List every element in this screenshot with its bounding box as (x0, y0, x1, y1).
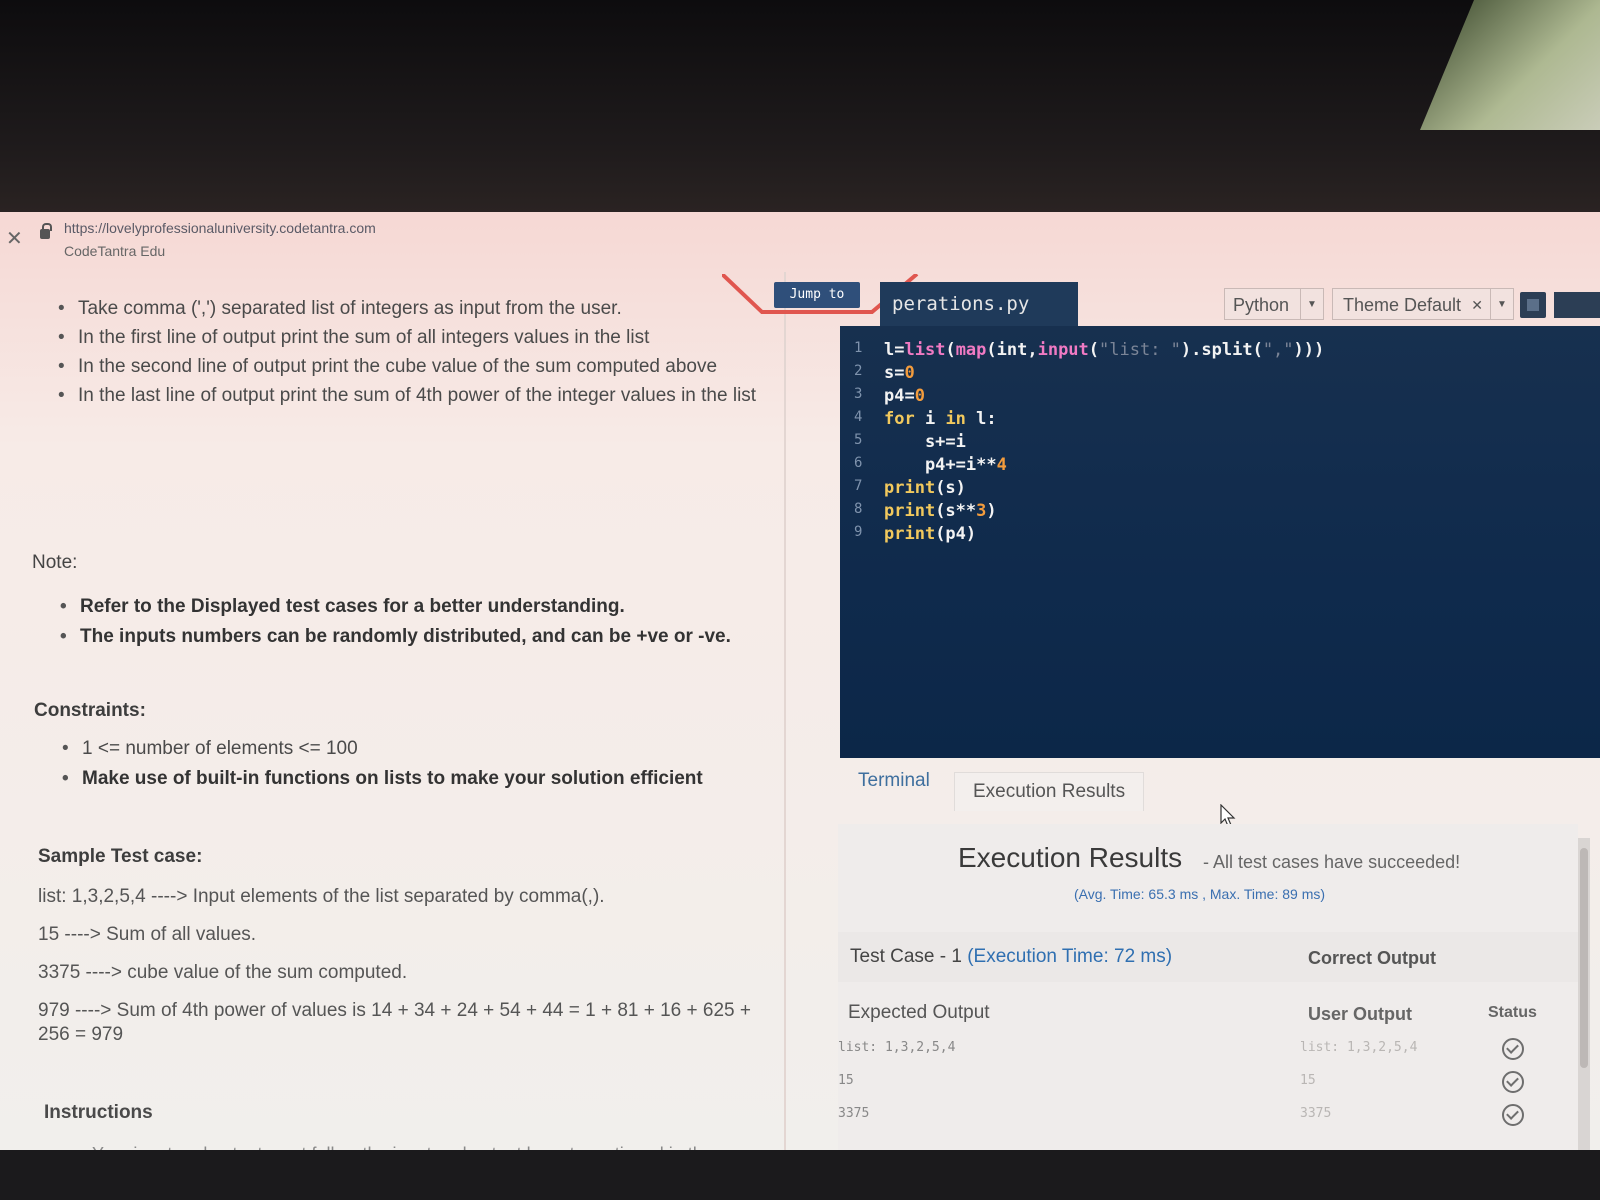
code-text: for i in l: (884, 409, 997, 429)
code-text: s+=i (884, 432, 966, 452)
output-row: list: 1,3,2,5,4 list: 1,3,2,5,4 (838, 1034, 1578, 1066)
check-circle-icon (1502, 1071, 1524, 1093)
sample-heading: Sample Test case: (38, 846, 203, 867)
line-number: 4 (854, 409, 863, 425)
chevron-down-icon[interactable]: ▼ (1490, 289, 1513, 319)
expected-output: 3375 (838, 1106, 870, 1121)
code-line[interactable]: 4 for i in l: (840, 409, 1600, 432)
code-line[interactable]: 3 p4=0 (840, 386, 1600, 409)
constraints-list: 1 <= number of elements <= 100 Make use … (62, 734, 703, 794)
note-heading: Note: (32, 552, 78, 573)
line-number: 3 (854, 386, 863, 402)
tab-terminal[interactable]: Terminal (858, 770, 930, 792)
line-number: 2 (854, 363, 863, 379)
results-subtitle: - All test cases have succeeded! (1203, 852, 1461, 872)
code-editor[interactable]: 1 l=list(map(int,input("list: ").split("… (840, 326, 1600, 758)
instructions-list: Your input and output must follow the in… (72, 1142, 752, 1150)
theme-select[interactable]: Theme Default ✕ ▼ (1332, 288, 1514, 320)
instruction-item: Your input and output must follow the in… (72, 1142, 752, 1150)
code-text: p4=0 (884, 386, 925, 406)
line-number: 7 (854, 478, 863, 494)
output-row: 3375 3375 (838, 1100, 1578, 1132)
expected-output-header: Expected Output (848, 1002, 990, 1023)
line-number: 5 (854, 432, 863, 448)
sample-line: 979 ----> Sum of 4th power of values is … (38, 1000, 751, 1021)
code-text: p4+=i**4 (884, 455, 1007, 475)
background-top (0, 0, 1600, 212)
expected-output: 15 (838, 1073, 854, 1088)
tab-execution-results[interactable]: Execution Results (954, 772, 1145, 811)
code-line[interactable]: 5 s+=i (840, 432, 1600, 455)
output-row: 15 15 (838, 1067, 1578, 1099)
jump-to-button[interactable]: Jump to (774, 282, 860, 308)
line-number: 1 (854, 340, 863, 356)
user-output-header: User Output (1308, 1004, 1413, 1024)
note-bullets: Refer to the Displayed test cases for a … (60, 592, 731, 652)
browser-window: ✕ https://lovelyprofessionaluniversity.c… (0, 212, 1600, 1150)
code-text: print(p4) (884, 524, 977, 544)
sample-line: 15 ----> Sum of all values. (38, 924, 257, 945)
sample-line: list: 1,3,2,5,4 ----> Input elements of … (38, 886, 605, 907)
constraint-item: Make use of built-in functions on lists … (62, 764, 703, 794)
correct-output-label: Correct Output (1308, 948, 1436, 968)
test-case-name: Test Case - 1 (850, 946, 962, 967)
chevron-down-icon[interactable]: ▼ (1300, 289, 1323, 319)
problem-bullets: Take comma (',') separated list of integ… (58, 294, 798, 410)
code-line[interactable]: 8 print(s**3) (840, 501, 1600, 524)
sample-line: 256 = 979 (38, 1024, 124, 1045)
code-text: print(s) (884, 478, 966, 498)
constraints-heading: Constraints: (34, 700, 146, 721)
line-number: 6 (854, 455, 863, 471)
background-bottom (0, 1150, 1600, 1200)
code-line[interactable]: 6 p4+=i**4 (840, 455, 1600, 478)
check-circle-icon (1502, 1104, 1524, 1126)
language-select[interactable]: Python ▼ (1224, 288, 1324, 320)
line-number: 9 (854, 524, 863, 540)
code-text: l=list(map(int,input("list: ").split(","… (884, 340, 1325, 360)
clear-icon[interactable]: ✕ (1471, 289, 1483, 321)
results-scroll-thumb[interactable] (1580, 848, 1588, 1068)
user-output: 3375 (1300, 1106, 1332, 1121)
test-case-time: (Execution Time: 72 ms) (967, 946, 1173, 967)
constraint-item: 1 <= number of elements <= 100 (62, 734, 703, 764)
lock-icon (40, 223, 52, 239)
url-text[interactable]: https://lovelyprofessionaluniversity.cod… (64, 220, 376, 236)
fullscreen-button[interactable] (1520, 292, 1546, 318)
test-case-label: Test Case - 1 (Execution Time: 72 ms) (850, 946, 1172, 968)
code-line[interactable]: 2 s=0 (840, 363, 1600, 386)
code-line[interactable]: 9 print(p4) (840, 524, 1600, 547)
user-output: 15 (1300, 1073, 1316, 1088)
panel-divider[interactable] (784, 272, 786, 1150)
problem-bullet: In the first line of output print the su… (58, 323, 798, 352)
note-bullet: The inputs numbers can be randomly distr… (60, 622, 731, 652)
results-time: (Avg. Time: 65.3 ms , Max. Time: 89 ms) (1074, 886, 1326, 902)
file-tab[interactable]: perations.py (880, 282, 1078, 326)
user-output: list: 1,3,2,5,4 (1300, 1040, 1418, 1055)
theme-value: Theme Default (1343, 295, 1462, 315)
problem-bullet: Take comma (',') separated list of integ… (58, 294, 798, 323)
code-text: print(s**3) (884, 501, 997, 521)
code-line[interactable]: 1 l=list(map(int,input("list: ").split("… (840, 340, 1600, 363)
expected-output: list: 1,3,2,5,4 (838, 1040, 956, 1055)
problem-bullet: In the second line of output print the c… (58, 352, 798, 381)
problem-panel: Take comma (',') separated list of integ… (0, 272, 800, 1150)
results-title: Execution Results (958, 842, 1183, 873)
line-number: 8 (854, 501, 863, 517)
address-bar: ✕ https://lovelyprofessionaluniversity.c… (0, 212, 1600, 276)
language-value: Python (1233, 295, 1290, 315)
problem-bullet: In the last line of output print the sum… (58, 381, 798, 410)
toolbar-button[interactable] (1554, 292, 1600, 318)
site-name: CodeTantra Edu (64, 243, 166, 259)
note-bullet: Refer to the Displayed test cases for a … (60, 592, 731, 622)
execution-results-panel: Execution Results - All test cases have … (838, 824, 1578, 1150)
instructions-heading: Instructions (44, 1102, 153, 1123)
code-line[interactable]: 7 print(s) (840, 478, 1600, 501)
sample-line: 3375 ----> cube value of the sum compute… (38, 962, 408, 983)
check-circle-icon (1502, 1038, 1524, 1060)
status-header: Status (1488, 1004, 1537, 1021)
close-icon[interactable]: ✕ (6, 226, 23, 251)
code-text: s=0 (884, 363, 915, 383)
test-case-header[interactable]: Test Case - 1 (Execution Time: 72 ms) Co… (838, 932, 1578, 982)
